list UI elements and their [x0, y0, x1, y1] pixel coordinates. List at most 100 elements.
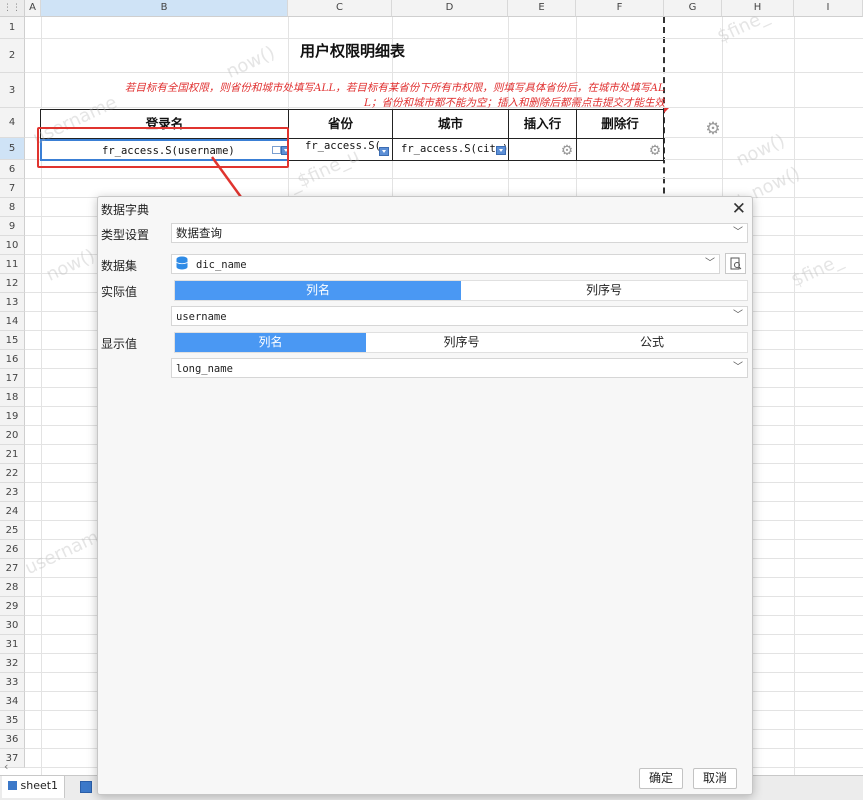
- row-header[interactable]: 22: [0, 464, 25, 483]
- database-icon: [176, 256, 188, 270]
- city-cell[interactable]: fr_access.S(city): [392, 139, 509, 161]
- chevron-down-icon[interactable]: ﹀: [732, 310, 744, 322]
- row-header[interactable]: 25: [0, 521, 25, 540]
- city-formula: fr_access.S(city): [401, 143, 509, 155]
- chevron-down-icon[interactable]: ﹀: [732, 362, 744, 374]
- report-title: 用户权限明细表: [299, 42, 405, 60]
- select-all-corner[interactable]: ⋮⋮: [0, 0, 25, 17]
- preview-icon: [730, 257, 742, 270]
- scroll-left-icon[interactable]: ‹: [4, 760, 8, 773]
- col-header-c[interactable]: C: [288, 0, 392, 17]
- sheet-icon: [8, 781, 17, 790]
- col-header-i[interactable]: I: [794, 0, 863, 17]
- cancel-button[interactable]: 取消: [693, 768, 737, 789]
- sheet-tab-label: sheet1: [20, 779, 59, 792]
- type-select-value: 数据查询: [176, 226, 222, 240]
- actual-value-tabs: 列名 列序号: [174, 280, 748, 301]
- row-header[interactable]: 17: [0, 369, 25, 388]
- display-value-selected: long_name: [176, 363, 233, 375]
- watermark: now(): [42, 245, 99, 286]
- row-header[interactable]: 29: [0, 597, 25, 616]
- watermark: $fine_: [788, 249, 847, 292]
- row-header[interactable]: 10: [0, 236, 25, 255]
- display-value-tabs: 列名 列序号 公式: [174, 332, 748, 353]
- row-header[interactable]: 35: [0, 711, 25, 730]
- row-header[interactable]: 31: [0, 635, 25, 654]
- actual-tab-column-name[interactable]: 列名: [175, 281, 461, 300]
- display-tab-formula[interactable]: 公式: [557, 333, 747, 352]
- row-header[interactable]: 11: [0, 255, 25, 274]
- dropdown-icon[interactable]: [496, 146, 506, 155]
- display-tab-column-index[interactable]: 列序号: [366, 333, 557, 352]
- col-header-e[interactable]: E: [508, 0, 576, 17]
- insert-row-cell[interactable]: ⚙: [508, 139, 577, 161]
- delete-row-cell[interactable]: ⚙: [576, 139, 664, 161]
- header-province: 省份: [288, 109, 393, 139]
- row-header[interactable]: 18: [0, 388, 25, 407]
- row-header[interactable]: 2: [0, 39, 25, 73]
- dialog-title: 数据字典: [101, 203, 150, 217]
- row-header[interactable]: 14: [0, 312, 25, 331]
- delete-gear-icon[interactable]: ⚙: [647, 142, 663, 159]
- actual-tab-column-index[interactable]: 列序号: [461, 281, 747, 300]
- note-line-2: L；省份和城市都不能为空；插入和删除后都需点击提交才能生效: [364, 97, 665, 109]
- row-header[interactable]: 23: [0, 483, 25, 502]
- sheet-tab-sheet1[interactable]: sheet1: [2, 776, 66, 798]
- add-sheet-icon[interactable]: [80, 781, 92, 793]
- type-select[interactable]: 数据查询 ﹀: [171, 223, 748, 243]
- display-value-label: 显示值: [101, 337, 138, 351]
- row-header[interactable]: 1: [0, 17, 25, 39]
- dataset-select[interactable]: dic_name ﹀: [171, 254, 720, 274]
- row-header[interactable]: 16: [0, 350, 25, 369]
- row-header[interactable]: 24: [0, 502, 25, 521]
- close-icon[interactable]: ✕: [732, 199, 746, 219]
- row-header[interactable]: 13: [0, 293, 25, 312]
- row-header[interactable]: 27: [0, 559, 25, 578]
- display-tab-column-name[interactable]: 列名: [175, 333, 366, 352]
- type-label: 类型设置: [101, 228, 150, 242]
- row-header[interactable]: 5: [0, 138, 25, 160]
- row-header[interactable]: 19: [0, 407, 25, 426]
- ok-button[interactable]: 确定: [639, 768, 683, 789]
- row-header[interactable]: 6: [0, 160, 25, 179]
- col-header-g[interactable]: G: [664, 0, 722, 17]
- display-value-select[interactable]: long_name ﹀: [171, 358, 748, 378]
- annotation-highlight-box: [37, 127, 289, 168]
- dataset-preview-button[interactable]: [725, 253, 746, 274]
- data-dictionary-dialog: 数据字典 ✕ 类型设置 数据查询 ﹀ 数据集 dic_name ﹀ 实际值 列名…: [97, 196, 753, 795]
- note-line-1: 若目标有全国权限，则省份和城市处填写ALL，若目标有某省份下所有市权限，则填写具…: [124, 82, 665, 94]
- row-header[interactable]: 3: [0, 73, 25, 108]
- dataset-label: 数据集: [101, 259, 138, 273]
- dataset-value: dic_name: [196, 259, 247, 271]
- header-city: 城市: [392, 109, 509, 139]
- insert-gear-icon[interactable]: ⚙: [559, 142, 575, 159]
- actual-value-selected: username: [176, 311, 227, 323]
- row-header[interactable]: 32: [0, 654, 25, 673]
- row-header[interactable]: 26: [0, 540, 25, 559]
- dropdown-icon[interactable]: [379, 147, 389, 156]
- col-header-a[interactable]: A: [25, 0, 41, 17]
- row-header[interactable]: 36: [0, 730, 25, 749]
- header-insert-row: 插入行: [508, 109, 577, 139]
- row-header[interactable]: 34: [0, 692, 25, 711]
- col-header-b[interactable]: B: [41, 0, 288, 17]
- row-header[interactable]: 9: [0, 217, 25, 236]
- chevron-down-icon[interactable]: ﹀: [704, 258, 716, 270]
- row-header[interactable]: 20: [0, 426, 25, 445]
- row-header[interactable]: 8: [0, 198, 25, 217]
- actual-value-label: 实际值: [101, 285, 138, 299]
- row-header[interactable]: 15: [0, 331, 25, 350]
- col-header-d[interactable]: D: [392, 0, 508, 17]
- row-header[interactable]: 4: [0, 108, 25, 138]
- row-header[interactable]: 12: [0, 274, 25, 293]
- row-header[interactable]: 28: [0, 578, 25, 597]
- row-header[interactable]: 30: [0, 616, 25, 635]
- chevron-down-icon[interactable]: ﹀: [732, 227, 744, 239]
- actual-value-select[interactable]: username ﹀: [171, 306, 748, 326]
- row-header[interactable]: 21: [0, 445, 25, 464]
- row-header[interactable]: 7: [0, 179, 25, 198]
- header-delete-row: 删除行: [576, 109, 664, 139]
- floating-gear-icon[interactable]: ⚙: [705, 121, 721, 138]
- col-header-f[interactable]: F: [576, 0, 664, 17]
- row-header[interactable]: 33: [0, 673, 25, 692]
